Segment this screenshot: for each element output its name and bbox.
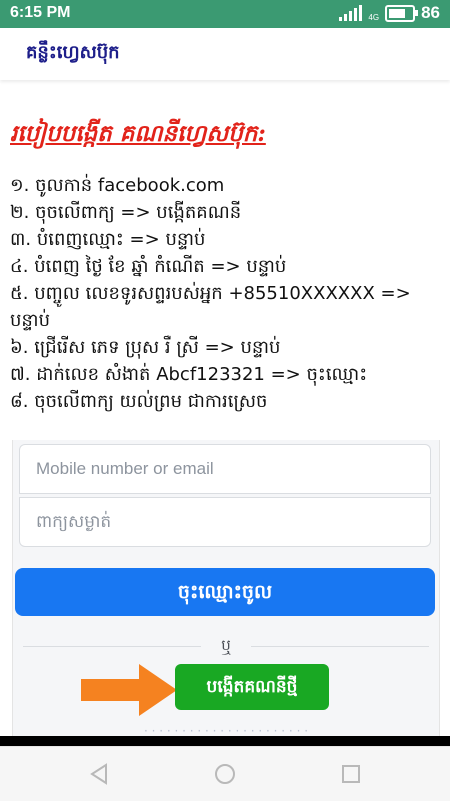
step-item: បន្ទាប់ — [10, 310, 50, 331]
separator-band — [0, 736, 450, 746]
or-text: ឬ — [221, 636, 231, 654]
battery-level: 86 — [421, 3, 440, 22]
app-title: គន្លឹះហ្វេសប៊ុក — [26, 42, 120, 63]
step-item: ៥. បញ្ចូល លេខទូរសព្ទរបស់អ្នក +85510XXXXX… — [10, 283, 411, 304]
status-bar: 6:15 PM 4G 86 — [0, 0, 450, 28]
app-bar: គន្លឹះហ្វេសប៊ុក — [0, 28, 450, 80]
divider-line — [251, 646, 429, 647]
password-input: ពាក្យសម្ងាត់ — [19, 497, 431, 547]
step-item: ៣. បំពេញឈ្មោះ => បន្ទាប់ — [10, 229, 206, 250]
network-type: 4G — [368, 12, 380, 22]
signal-icon — [339, 5, 363, 21]
nav-bar — [0, 746, 450, 801]
footer-links-text: · · · · · · · · · · · · · · · · · · · · … — [143, 724, 309, 736]
step-item: ២. ចុចលើពាក្យ => បង្កើតគណនី — [10, 202, 242, 223]
recent-apps-icon[interactable] — [336, 759, 366, 789]
arrow-icon — [81, 664, 177, 716]
login-button: ចុះឈ្មោះចូល — [15, 568, 435, 616]
back-icon[interactable] — [84, 759, 114, 789]
step-item: ៦. ជ្រើរើស ភេទ ប្រុស រឺ ស្រី => បន្ទាប់ — [10, 337, 281, 358]
status-icons: 4G 86 — [339, 3, 440, 23]
status-time: 6:15 PM — [10, 4, 71, 21]
battery-icon — [385, 4, 419, 22]
create-account-button: បង្កើតគណនីថ្មី — [175, 664, 329, 710]
step-item: ៤. បំពេញ ថ្ងៃ ខែ ឆ្នាំ កំណើត => បន្ទាប់ — [10, 256, 287, 277]
article-heading: របៀបបង្កើត គណនីហ្វេសប៊ុក: — [10, 120, 266, 147]
steps-list: ១. ចូលកាន់ facebook.com ២. ចុចលើពាក្យ =>… — [10, 172, 440, 415]
home-icon[interactable] — [210, 759, 240, 789]
email-input: Mobile number or email — [19, 444, 431, 494]
or-divider: ឬ — [23, 636, 429, 656]
footer-links: · · · · · · · · · · · · · · · · · · · · … — [23, 724, 429, 736]
step-item: ៨. ចុចលើពាក្យ យល់ព្រម ជាការស្រេច — [10, 391, 268, 412]
step-item: ៧. ដាក់លេខ សំងាត់ Abcf123321 => ចុះឈ្មោះ — [10, 364, 368, 385]
step-item: ១. ចូលកាន់ facebook.com — [10, 175, 225, 196]
facebook-login-image: Mobile number or email ពាក្យសម្ងាត់ ចុះឈ… — [12, 440, 440, 736]
battery-fill — [389, 8, 405, 18]
